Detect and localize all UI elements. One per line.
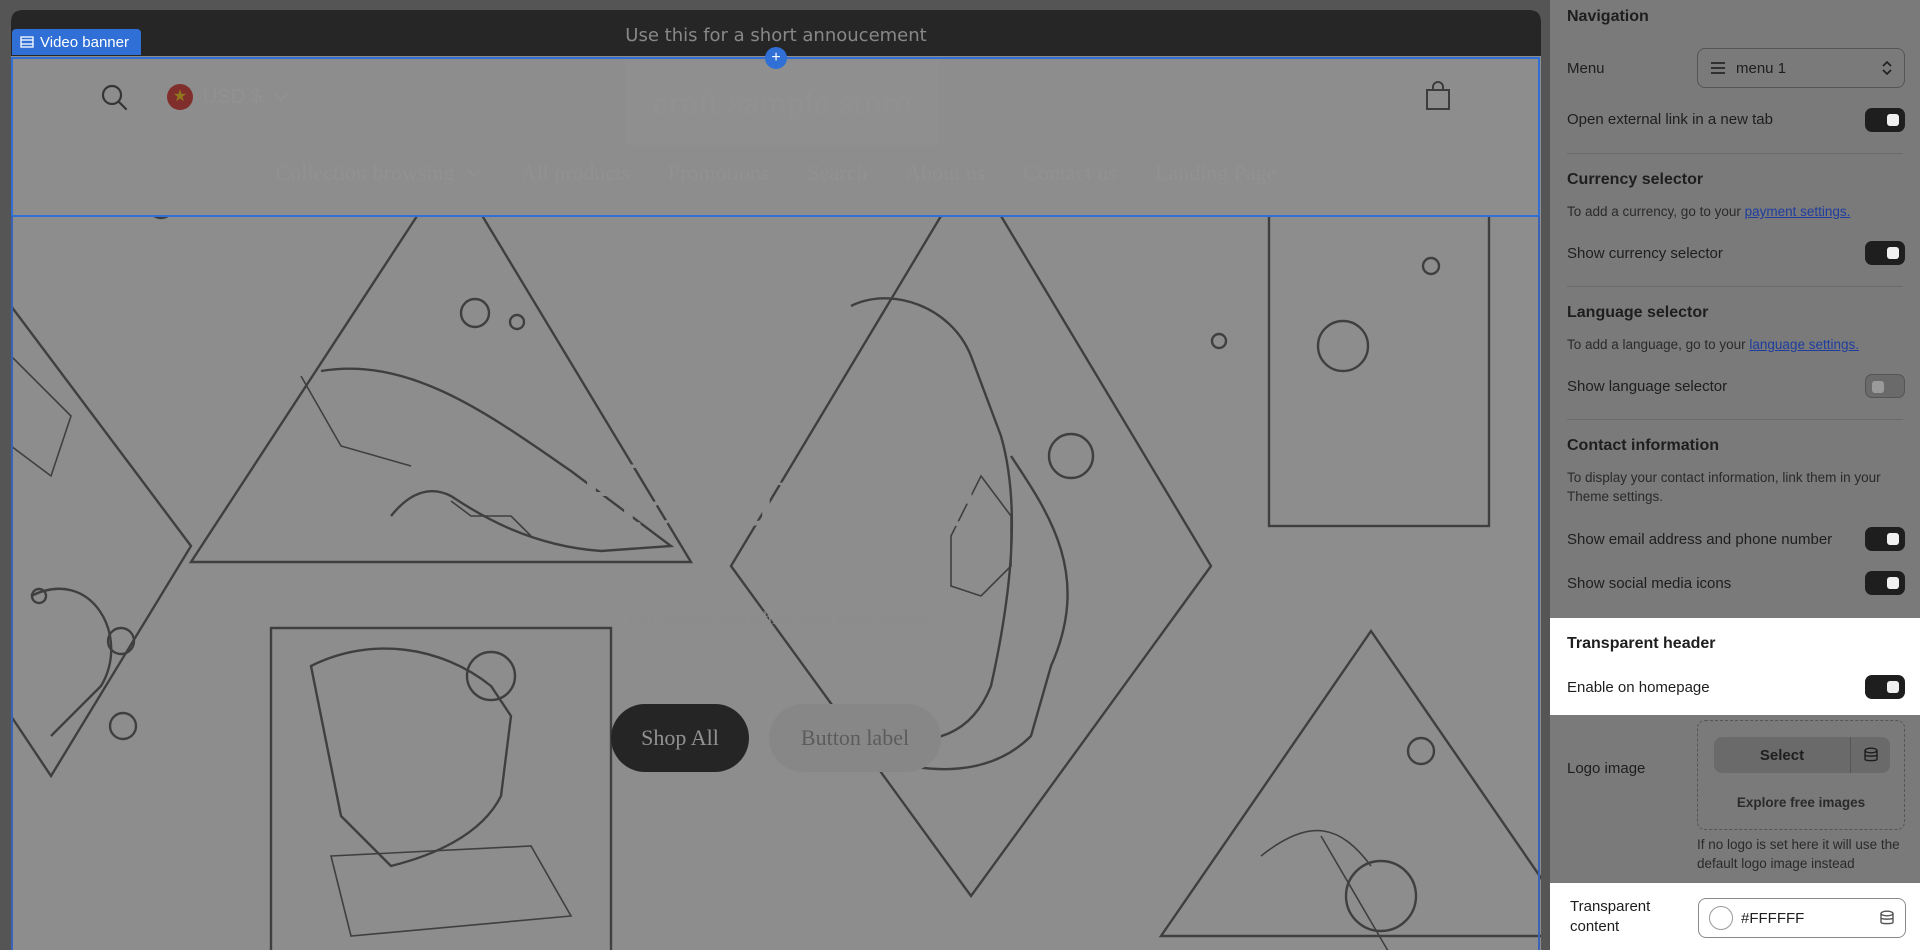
chevron-down-icon xyxy=(273,92,289,102)
select-arrows-icon xyxy=(1882,60,1892,76)
nav-item[interactable]: Landing Page xyxy=(1155,160,1277,186)
nav-item-label: All products xyxy=(520,160,630,185)
payment-settings-link[interactable]: payment settings. xyxy=(1745,204,1851,219)
hero-subheading: You deserve everything your heart desire… xyxy=(624,608,928,628)
external-link-toggle[interactable] xyxy=(1865,108,1905,132)
video-banner-section: Handmade You deserve everything your hea… xyxy=(11,216,1541,950)
nav-item[interactable]: Contact us xyxy=(1023,160,1117,186)
nav-item[interactable]: Promotions xyxy=(668,160,769,186)
show-email-label: Show email address and phone number xyxy=(1567,531,1833,548)
navigation-heading: Navigation xyxy=(1567,8,1649,25)
show-social-toggle[interactable] xyxy=(1865,571,1905,595)
store-page: Use this for a short annoucement ★ USD $… xyxy=(11,10,1541,950)
menu-label: Menu xyxy=(1567,60,1605,77)
settings-panel: Navigation Menu menu 1 Open external lin… xyxy=(1550,0,1920,950)
show-currency-label: Show currency selector xyxy=(1567,245,1723,262)
hero-illustration xyxy=(11,216,1541,950)
nav-item-label: Search xyxy=(807,160,868,185)
nav-item[interactable]: All products xyxy=(521,160,630,186)
contact-help: To display your contact information, lin… xyxy=(1567,470,1881,504)
announcement-text: Use this for a short annoucement xyxy=(625,25,927,46)
show-currency-toggle[interactable] xyxy=(1865,241,1905,265)
search-icon[interactable] xyxy=(99,82,129,112)
nav-item[interactable]: About us xyxy=(905,160,985,186)
add-section-button[interactable]: + xyxy=(765,47,787,69)
shop-all-button[interactable]: Shop All xyxy=(611,704,749,772)
transparent-header-heading: Transparent header xyxy=(1567,635,1716,652)
nav-item-label: Contact us xyxy=(1023,160,1117,185)
logo-help: If no logo is set here it will use the d… xyxy=(1697,837,1900,871)
database-icon[interactable] xyxy=(1879,910,1895,926)
menu-select[interactable]: menu 1 xyxy=(1697,48,1905,88)
language-help: To add a language, go to your language s… xyxy=(1567,337,1859,352)
show-language-toggle[interactable] xyxy=(1865,374,1905,398)
main-navigation: Collection browsing All products Promotion… xyxy=(11,160,1541,186)
section-tag[interactable]: Video banner xyxy=(12,29,141,55)
show-email-toggle[interactable] xyxy=(1865,527,1905,551)
store-logo[interactable]: craft sample store xyxy=(625,61,939,145)
explore-free-images-link[interactable]: Explore free images xyxy=(1698,795,1904,810)
language-settings-link[interactable]: language settings. xyxy=(1749,337,1859,352)
color-swatch[interactable] xyxy=(1709,906,1733,930)
nav-item-label: About us xyxy=(905,160,986,185)
nav-item-label: Collection browsing xyxy=(275,160,455,185)
currency-selector-heading: Currency selector xyxy=(1567,171,1704,188)
store-name: craft sample store xyxy=(652,86,912,120)
vietnam-flag-icon: ★ xyxy=(167,84,193,110)
transparent-header-highlight xyxy=(1550,618,1920,715)
color-value[interactable]: #FFFFFF xyxy=(1741,910,1871,927)
nav-item[interactable]: Search xyxy=(807,160,867,186)
section-tag-label: Video banner xyxy=(40,33,129,51)
select-image-label: Select xyxy=(1759,746,1805,764)
theme-preview: Use this for a short annoucement ★ USD $… xyxy=(0,0,1550,950)
currency-help: To add a currency, go to your payment se… xyxy=(1567,204,1851,219)
transparent-content-label: Transparent content xyxy=(1570,898,1651,935)
show-social-label: Show social media icons xyxy=(1567,575,1732,592)
enable-homepage-label: Enable on homepage xyxy=(1567,679,1710,696)
divider xyxy=(1567,286,1903,287)
external-link-label: Open external link in a new tab xyxy=(1567,111,1773,128)
currency-selector[interactable]: ★ USD $ xyxy=(167,82,290,112)
settings-scroll-area[interactable]: Navigation Menu menu 1 Open external lin… xyxy=(1550,0,1920,950)
logo-image-label: Logo image xyxy=(1567,760,1646,777)
divider xyxy=(1567,153,1903,154)
currency-label: USD $ xyxy=(203,85,262,108)
hero-heading: Handmade xyxy=(576,443,976,545)
nav-item-label: Landing Page xyxy=(1154,160,1277,185)
database-icon[interactable] xyxy=(1850,737,1890,773)
store-header[interactable]: ★ USD $ craft sample store Collection br… xyxy=(11,56,1541,216)
select-image-button[interactable]: Select xyxy=(1714,737,1890,773)
divider xyxy=(1567,419,1903,420)
secondary-hero-button[interactable]: Button label xyxy=(769,704,941,772)
nav-item-label: Promotions xyxy=(667,160,770,185)
cart-icon[interactable] xyxy=(1423,80,1453,112)
enable-homepage-toggle[interactable] xyxy=(1865,675,1905,699)
menu-list-icon xyxy=(1711,62,1725,74)
menu-select-value: menu 1 xyxy=(1736,59,1787,77)
nav-item[interactable]: Collection browsing xyxy=(276,160,483,186)
chevron-down-icon xyxy=(465,168,482,178)
contact-information-heading: Contact information xyxy=(1567,437,1719,454)
transparent-content-color-field[interactable]: #FFFFFF xyxy=(1698,898,1906,938)
language-selector-heading: Language selector xyxy=(1567,304,1709,321)
show-language-label: Show language selector xyxy=(1567,378,1728,395)
section-layout-icon xyxy=(20,36,34,48)
logo-image-picker: Select Explore free images xyxy=(1697,720,1905,830)
